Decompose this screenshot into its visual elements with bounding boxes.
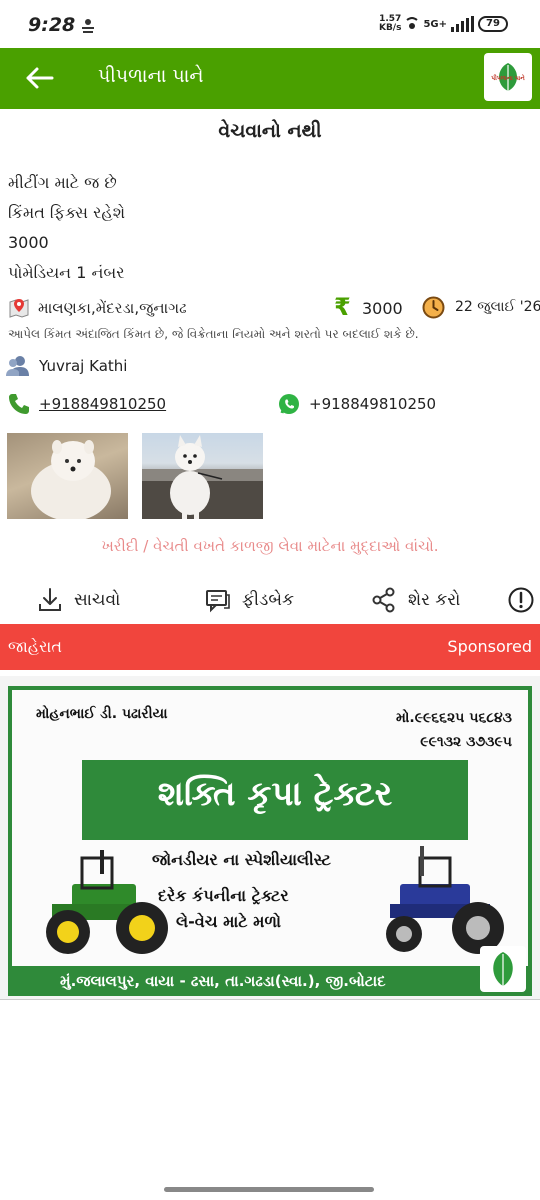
banner-frame: મોહનભાઈ ડી. પઢારીયા મો.૯૯૬૬૨૫ ૫૬૮૪૩ ૯૯૧૩… <box>8 686 532 996</box>
app-logo: પીપળાના પાને <box>484 53 532 101</box>
network-speed: 1.57 KB/s <box>378 14 402 33</box>
home-indicator[interactable] <box>164 1187 374 1192</box>
banner-title-box: શક્તિ કૃપા ટ્રેક્ટર <box>82 760 468 840</box>
report-icon[interactable] <box>507 586 535 614</box>
description-line: પોમેડિયન 1 નંબર <box>8 263 125 282</box>
wifi-call-icon <box>405 16 419 33</box>
clock-icon <box>422 296 445 319</box>
logo-text: પીપળાના પાને <box>491 75 525 82</box>
map-pin-icon <box>7 296 31 320</box>
share-icon <box>372 587 395 613</box>
contact-row: +918849810250 +918849810250 <box>0 390 540 418</box>
app-bar: પીપળાના પાને પીપળાના પાને <box>0 48 540 109</box>
phone-link[interactable]: +918849810250 <box>39 395 166 413</box>
banner-title: શક્તિ કૃપા ટ્રેક્ટર <box>157 774 393 814</box>
price-text: 3000 <box>362 299 403 318</box>
post-title: વેચવાનો નથી <box>218 120 322 142</box>
price-disclaimer: આપેલ કિંમત અંદાજિત કિંમત છે, જે વિક્રેતા… <box>8 327 419 341</box>
save-label: સાચવો <box>74 590 121 610</box>
info-row: માલણકા,મેંદરડા,જુનાગઢ ₹ 3000 22 જુલાઈ '2… <box>0 293 540 323</box>
whatsapp-icon[interactable] <box>278 393 300 415</box>
ad-header: જાહેરાત Sponsored <box>0 624 540 670</box>
save-button[interactable]: સાચવો <box>36 583 120 617</box>
banner-line: જોનડીયર ના સ્પેશીયાલીસ્ટ <box>152 850 331 869</box>
seller-row: Yuvraj Kathi <box>0 352 540 380</box>
description-line: મીટીંગ માટે જ છે <box>8 173 117 192</box>
share-button[interactable]: શેર કરો <box>370 583 460 617</box>
battery-icon: 79 <box>478 16 508 32</box>
page-title: પીપળાના પાને <box>98 65 204 87</box>
network-type: 5G+ <box>423 18 447 30</box>
seller-name: Yuvraj Kathi <box>39 357 128 375</box>
description-line: 3000 <box>8 233 49 252</box>
safety-tips-link[interactable]: ખરીદી / વેચતી વખતે કાળજી લેવા માટેના મુદ… <box>0 537 540 555</box>
location-text: માલણકા,મેંદરડા,જુનાગઢ <box>38 299 187 317</box>
post-photo[interactable] <box>142 433 263 519</box>
banner-address: મું.જલાલપુર, વાયા - ઢસા, તા.ગઢડા(સ્વા.),… <box>60 972 386 990</box>
rupee-icon: ₹ <box>334 293 351 321</box>
green-tractor-icon <box>46 850 168 954</box>
status-right: 1.57 KB/s 5G+ 79 <box>379 15 508 33</box>
blue-tractor-icon <box>386 846 504 954</box>
banner-footer: મું.જલાલપુર, વાયા - ઢસા, તા.ગઢડા(સ્વા.),… <box>12 966 528 996</box>
signal-icon <box>451 16 474 32</box>
status-time: 9:28 <box>28 14 76 36</box>
download-icon <box>39 588 61 611</box>
notification-icon <box>80 17 96 35</box>
feedback-label: ફીડબેક <box>242 590 294 610</box>
post-photo[interactable] <box>7 433 128 519</box>
banner-mobile: મો.૯૯૬૬૨૫ ૫૬૮૪૩ ૯૯૧૩૨ ૩૭૩૯૫ <box>396 710 512 750</box>
action-bar: સાચવો ફીડબેક શેર કરો <box>0 583 540 617</box>
post-description: મીટીંગ માટે જ છે કિંમત ફિક્સ રહેશે 3000 … <box>8 168 125 288</box>
banner-line: દરેક કંપનીના ટ્રેક્ટર <box>158 886 289 905</box>
ad-label: જાહેરાત <box>8 637 62 656</box>
back-arrow-icon[interactable] <box>22 62 56 94</box>
description-line: કિંમત ફિક્સ રહેશે <box>8 203 126 222</box>
banner-corner-logo <box>480 946 526 992</box>
status-bar: 9:28 1.57 KB/s 5G+ 79 <box>0 0 540 48</box>
ad-banner[interactable]: મોહનભાઈ ડી. પઢારીયા મો.૯૯૬૬૨૫ ૫૬૮૪૩ ૯૯૧૩… <box>0 676 540 1000</box>
feedback-icon <box>206 590 230 613</box>
person-icon <box>6 355 30 377</box>
leaf-icon <box>493 952 513 986</box>
post-date: 22 જુલાઈ '26 <box>455 299 540 315</box>
phone-icon[interactable] <box>7 392 31 416</box>
whatsapp-number[interactable]: +918849810250 <box>309 395 436 413</box>
sponsored-label: Sponsored <box>447 637 532 656</box>
feedback-button[interactable]: ફીડબેક <box>204 583 294 617</box>
banner-owner: મોહનભાઈ ડી. પઢારીયા <box>36 706 168 722</box>
banner-line: લે-વેચ માટે મળો <box>176 912 281 931</box>
share-label: શેર કરો <box>408 590 461 610</box>
